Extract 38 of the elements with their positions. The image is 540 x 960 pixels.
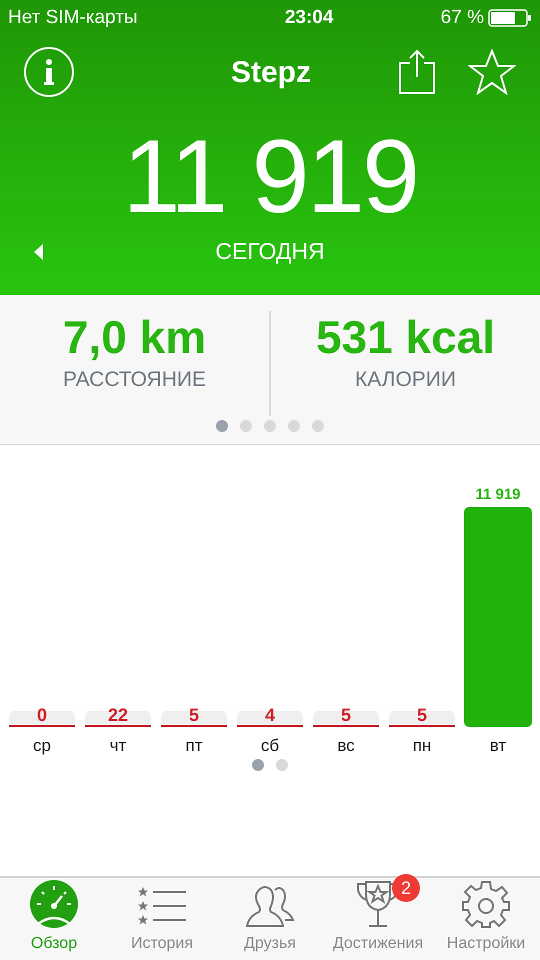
back-arrow-icon[interactable] — [32, 242, 44, 261]
value-label: 0 — [37, 705, 47, 725]
settings-icon — [462, 880, 510, 928]
value-label: 22 — [108, 705, 128, 725]
value-label: 4 — [265, 705, 275, 725]
tab[interactable]: Обзор — [0, 878, 108, 960]
day-label: пн — [412, 736, 432, 755]
stat-value: 7,0 km — [62, 311, 206, 364]
notification-badge: 2 — [392, 874, 420, 902]
value-label: 5 — [417, 705, 427, 725]
battery-icon — [488, 9, 532, 27]
date-label: СЕГОДНЯ — [215, 237, 326, 266]
stat-label: КАЛОРИИ — [354, 366, 456, 393]
tab[interactable]: Друзья — [216, 878, 324, 960]
value-label: 5 — [189, 705, 199, 725]
day-label: вт — [490, 736, 506, 755]
steps-count: 11 919 — [122, 120, 418, 234]
carrier-text: Нет SIM-карты — [8, 6, 138, 30]
value-label: 11 919 — [475, 486, 521, 503]
app-title: Stepz — [230, 54, 311, 90]
tab[interactable]: История — [108, 878, 216, 960]
day-label: вс — [337, 736, 355, 755]
star-icon[interactable] — [468, 49, 516, 95]
stat-label: РАССТОЯНИЕ — [63, 366, 206, 393]
stat-value: 531 kcal — [316, 311, 496, 364]
battery-text: 67 % — [440, 6, 484, 30]
day-label: чт — [110, 736, 126, 755]
day-label: пт — [186, 736, 202, 755]
people-icon — [245, 884, 295, 928]
info-button[interactable] — [24, 47, 74, 97]
day-label: сб — [260, 736, 280, 755]
share-icon[interactable] — [398, 49, 436, 95]
value-label: 5 — [341, 705, 351, 725]
day-label: ср — [33, 736, 51, 755]
tab[interactable]: Настройки — [432, 878, 540, 960]
clock-text: 23:04 — [284, 6, 334, 30]
info-icon — [43, 59, 55, 85]
speedometer-icon — [30, 880, 78, 928]
